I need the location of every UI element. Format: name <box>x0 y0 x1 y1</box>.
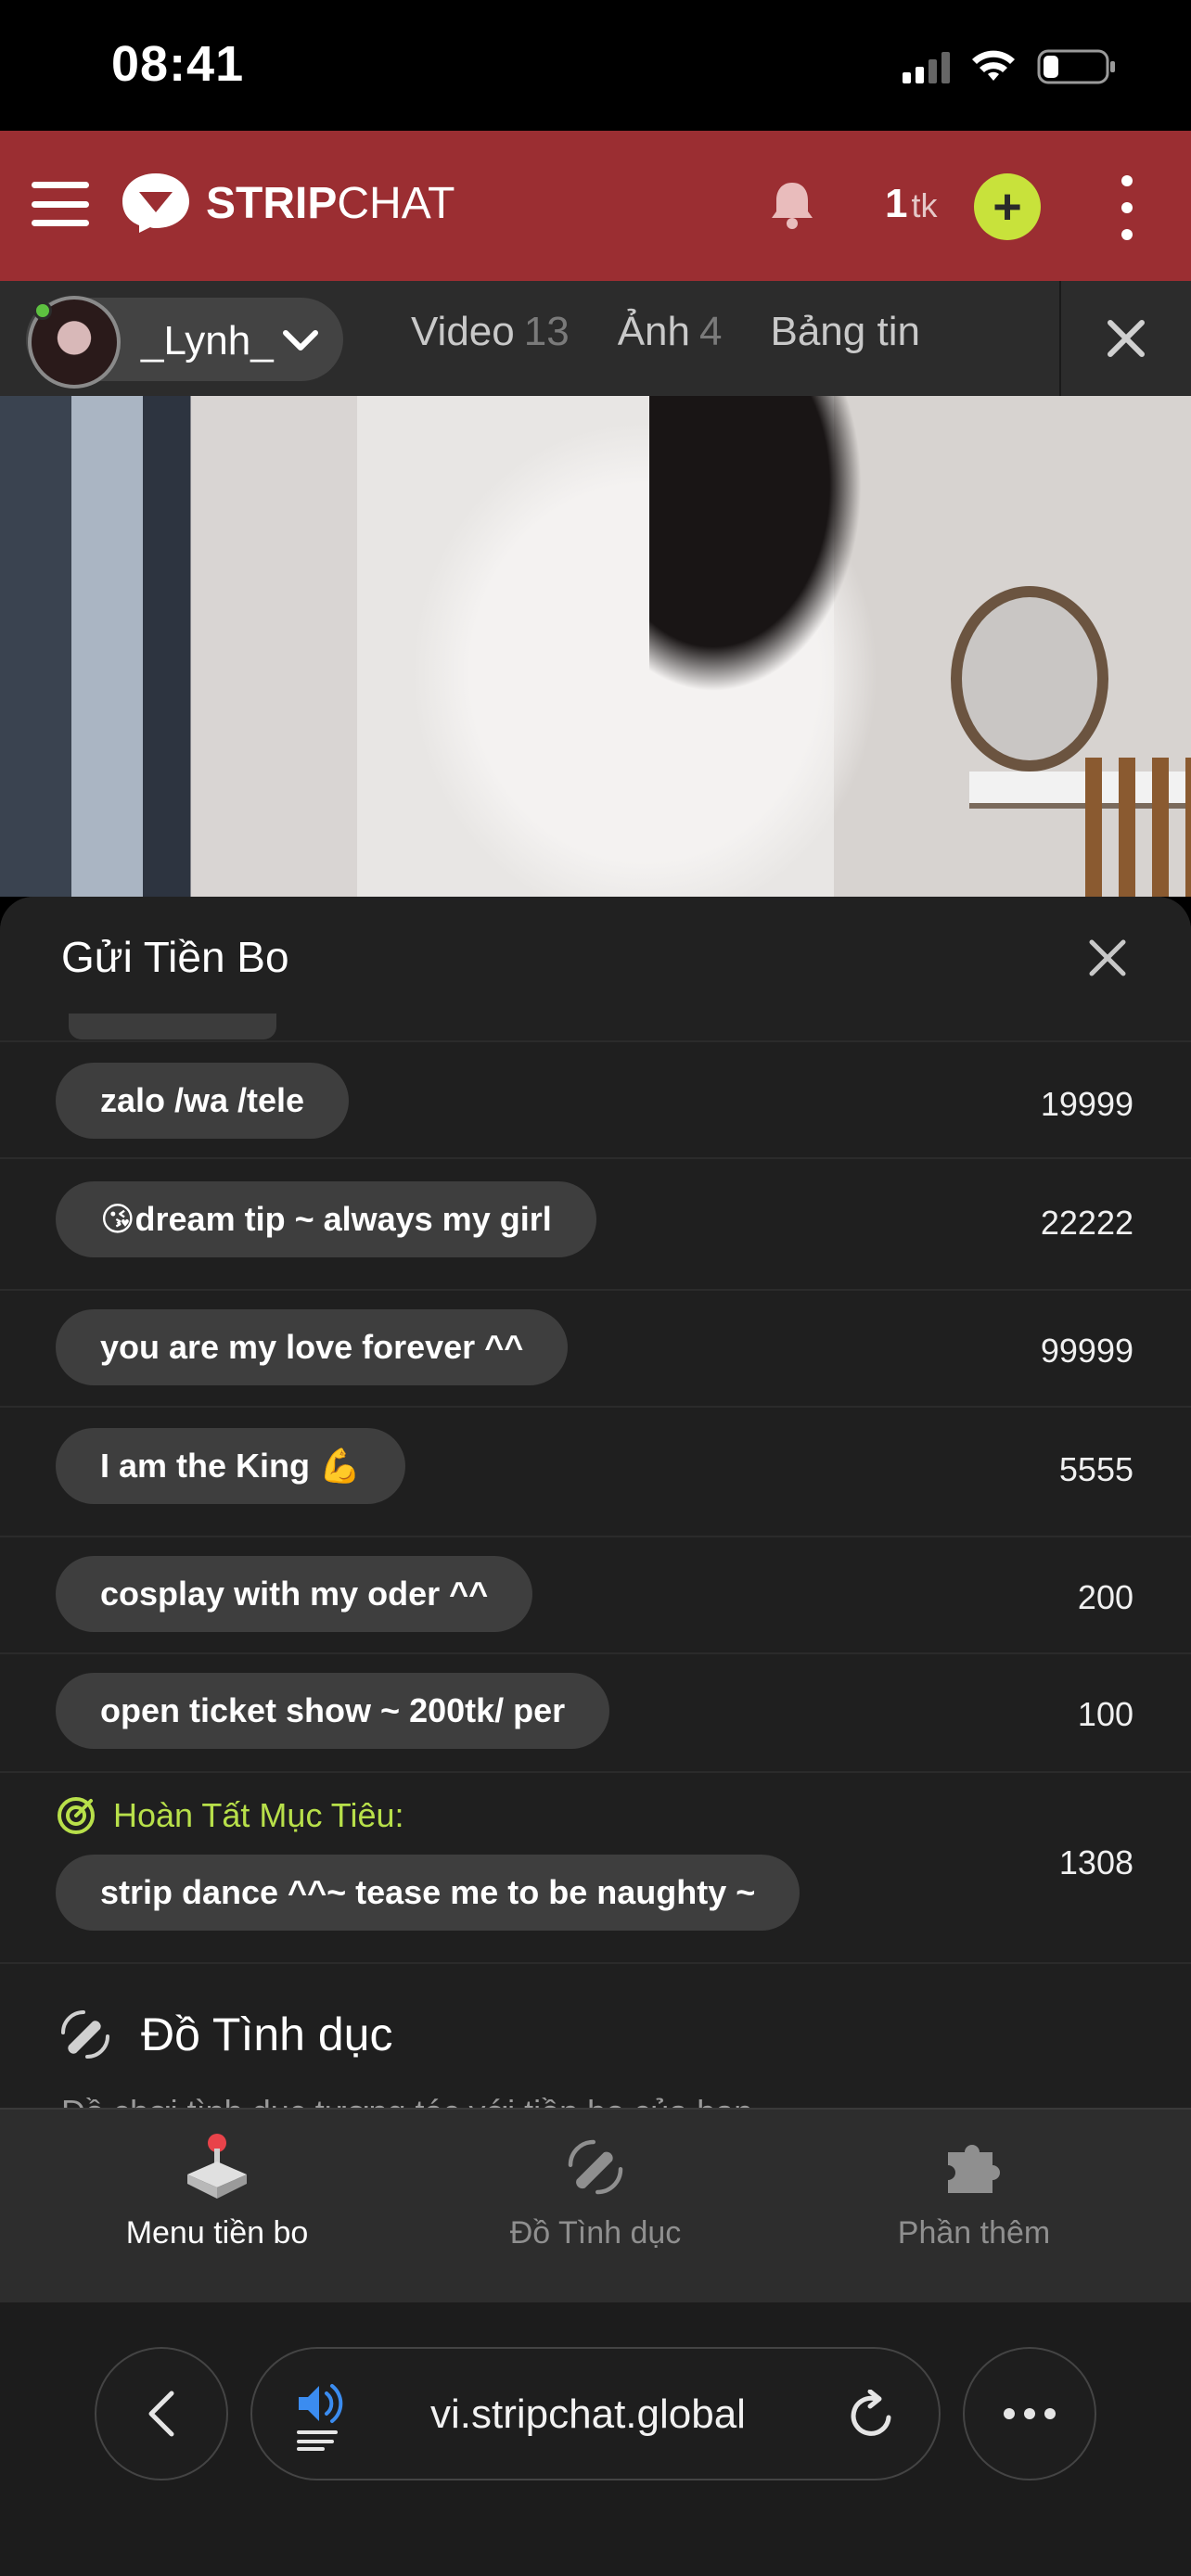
stripchat-logo[interactable]: STRIPCHAT <box>121 172 455 235</box>
tip-menu-item[interactable]: I am the King 💪 5555 <box>0 1406 1191 1536</box>
tip-item-label[interactable]: you are my love forever ^^ <box>56 1309 569 1385</box>
online-status-dot <box>33 301 52 320</box>
tip-menu-item[interactable]: zalo /wa /tele 19999 <box>0 1040 1191 1157</box>
close-icon[interactable] <box>1087 937 1128 978</box>
buy-tokens-button[interactable]: + <box>974 173 1041 240</box>
more-menu-button[interactable] <box>963 2347 1096 2480</box>
tip-item-price: 200 <box>1077 1578 1133 1616</box>
video-detail <box>951 586 1108 772</box>
wifi-icon <box>972 50 1015 81</box>
model-name: _Lynh_ <box>141 318 274 363</box>
goal-label-text: Hoàn Tất Mục Tiêu: <box>113 1796 404 1834</box>
tip-menu-item[interactable]: you are my love forever ^^ 99999 <box>0 1289 1191 1406</box>
tab-feed[interactable]: Bảng tin <box>770 309 919 355</box>
token-unit: tk <box>911 186 938 224</box>
goal-item-price: 1308 <box>1058 1843 1133 1881</box>
joystick-icon <box>187 2134 247 2199</box>
model-profile-chip[interactable]: _Lynh_ <box>26 296 343 389</box>
bottom-tab-bar: Menu tiền bo Đồ Tình dục Phần thêm <box>0 2108 1191 2302</box>
goal-item-label[interactable]: strip dance ^^~ tease me to be naughty ~ <box>56 1855 800 1931</box>
goal-label: Hoàn Tất Mục Tiêu: <box>56 1795 404 1836</box>
logo-text-light: CHAT <box>337 178 455 228</box>
tip-menu-item[interactable]: cosplay with my oder ^^ 200 <box>0 1536 1191 1652</box>
tip-item-label[interactable]: zalo /wa /tele <box>56 1063 350 1139</box>
tip-item-price: 19999 <box>1040 1085 1133 1123</box>
bell-icon[interactable] <box>768 179 816 231</box>
tab-tip-menu[interactable]: Menu tiền bo <box>19 2132 416 2251</box>
url-text: vi.stripchat.global <box>430 2391 746 2437</box>
tip-item-price: 100 <box>1077 1695 1133 1733</box>
tab-count: 13 <box>523 309 570 354</box>
close-icon <box>1108 320 1145 357</box>
tab-photos[interactable]: Ảnh 4 <box>618 309 723 355</box>
toy-wave-icon <box>61 2010 109 2059</box>
tip-item-price: 5555 <box>1058 1450 1133 1488</box>
logo-icon <box>122 173 189 233</box>
tip-panel-header: Gửi Tiền Bo <box>0 897 1191 1040</box>
tip-item-label[interactable]: I am the King 💪 <box>56 1428 405 1504</box>
sex-toys-section-title: Đồ Tình dục <box>56 2005 392 2064</box>
video-detail <box>1085 758 1191 897</box>
audio-playing-icon <box>297 2384 343 2451</box>
video-detail <box>649 396 863 693</box>
tip-menu-item[interactable]: 😘dream tip ~ always my girl 22222 <box>0 1157 1191 1289</box>
status-icons <box>903 48 1117 85</box>
more-options-icon[interactable] <box>1113 175 1141 240</box>
model-bar: _Lynh_ Video 13 Ảnh 4 Bảng tin <box>0 281 1191 396</box>
tab-video[interactable]: Video 13 <box>411 309 570 355</box>
target-icon <box>58 1797 95 1834</box>
puzzle-icon <box>948 2145 1000 2193</box>
tab-extras[interactable]: Phần thêm <box>775 2132 1172 2251</box>
menu-icon[interactable] <box>32 182 89 226</box>
tip-item-price: 99999 <box>1040 1332 1133 1370</box>
tip-item-price: 22222 <box>1040 1204 1133 1242</box>
ellipsis-icon <box>1004 2408 1056 2419</box>
section-subtitle: Đồ chơi tình dục tương tác với tiền bo c… <box>61 2093 752 2108</box>
model-tabs: Video 13 Ảnh 4 Bảng tin <box>411 309 968 355</box>
tip-menu-item[interactable]: open ticket show ~ 200tk/ per 100 <box>0 1652 1191 1771</box>
section-title-text: Đồ Tình dục <box>141 2009 393 2060</box>
reload-icon[interactable] <box>846 2390 896 2442</box>
tip-panel-title: Gửi Tiền Bo <box>61 933 289 981</box>
tab-sex-toys[interactable]: Đồ Tình dục <box>397 2132 794 2251</box>
status-bar: 08:41 <box>0 0 1191 131</box>
tab-count: 4 <box>699 309 723 354</box>
toy-wave-icon <box>568 2139 623 2195</box>
address-bar[interactable]: vi.stripchat.global <box>250 2347 941 2480</box>
back-button[interactable] <box>95 2347 228 2480</box>
goal-tip-item[interactable]: Hoàn Tất Mục Tiêu: strip dance ^^~ tease… <box>0 1771 1191 1964</box>
tab-label: Phần thêm <box>897 2215 1051 2251</box>
close-model-bar-button[interactable] <box>1059 281 1191 396</box>
tip-item-label[interactable]: cosplay with my oder ^^ <box>56 1556 533 1632</box>
battery-icon <box>1037 49 1115 84</box>
scrolled-tip-item <box>69 1014 276 1039</box>
browser-toolbar: vi.stripchat.global <box>0 2302 1191 2576</box>
tip-menu-list: zalo /wa /tele 19999 😘dream tip ~ always… <box>0 1040 1191 1964</box>
tip-item-label[interactable]: open ticket show ~ 200tk/ per <box>56 1673 610 1749</box>
status-time: 08:41 <box>111 36 245 92</box>
tab-label: Đồ Tình dục <box>509 2215 682 2251</box>
chevron-left-icon <box>148 2391 174 2437</box>
live-video-stream[interactable] <box>0 396 1191 897</box>
tab-label: Menu tiền bo <box>125 2215 309 2251</box>
tip-panel: Gửi Tiền Bo zalo /wa /tele 19999 😘dream … <box>0 897 1191 2108</box>
app-header: STRIPCHAT 1 tk + <box>0 131 1191 281</box>
cellular-signal-icon <box>903 50 950 83</box>
chevron-down-icon <box>283 330 318 351</box>
token-balance[interactable]: 1 tk <box>885 181 938 227</box>
tip-item-label[interactable]: 😘dream tip ~ always my girl <box>56 1181 596 1257</box>
logo-text-bold: STRIP <box>206 178 338 228</box>
token-count: 1 <box>885 181 908 226</box>
